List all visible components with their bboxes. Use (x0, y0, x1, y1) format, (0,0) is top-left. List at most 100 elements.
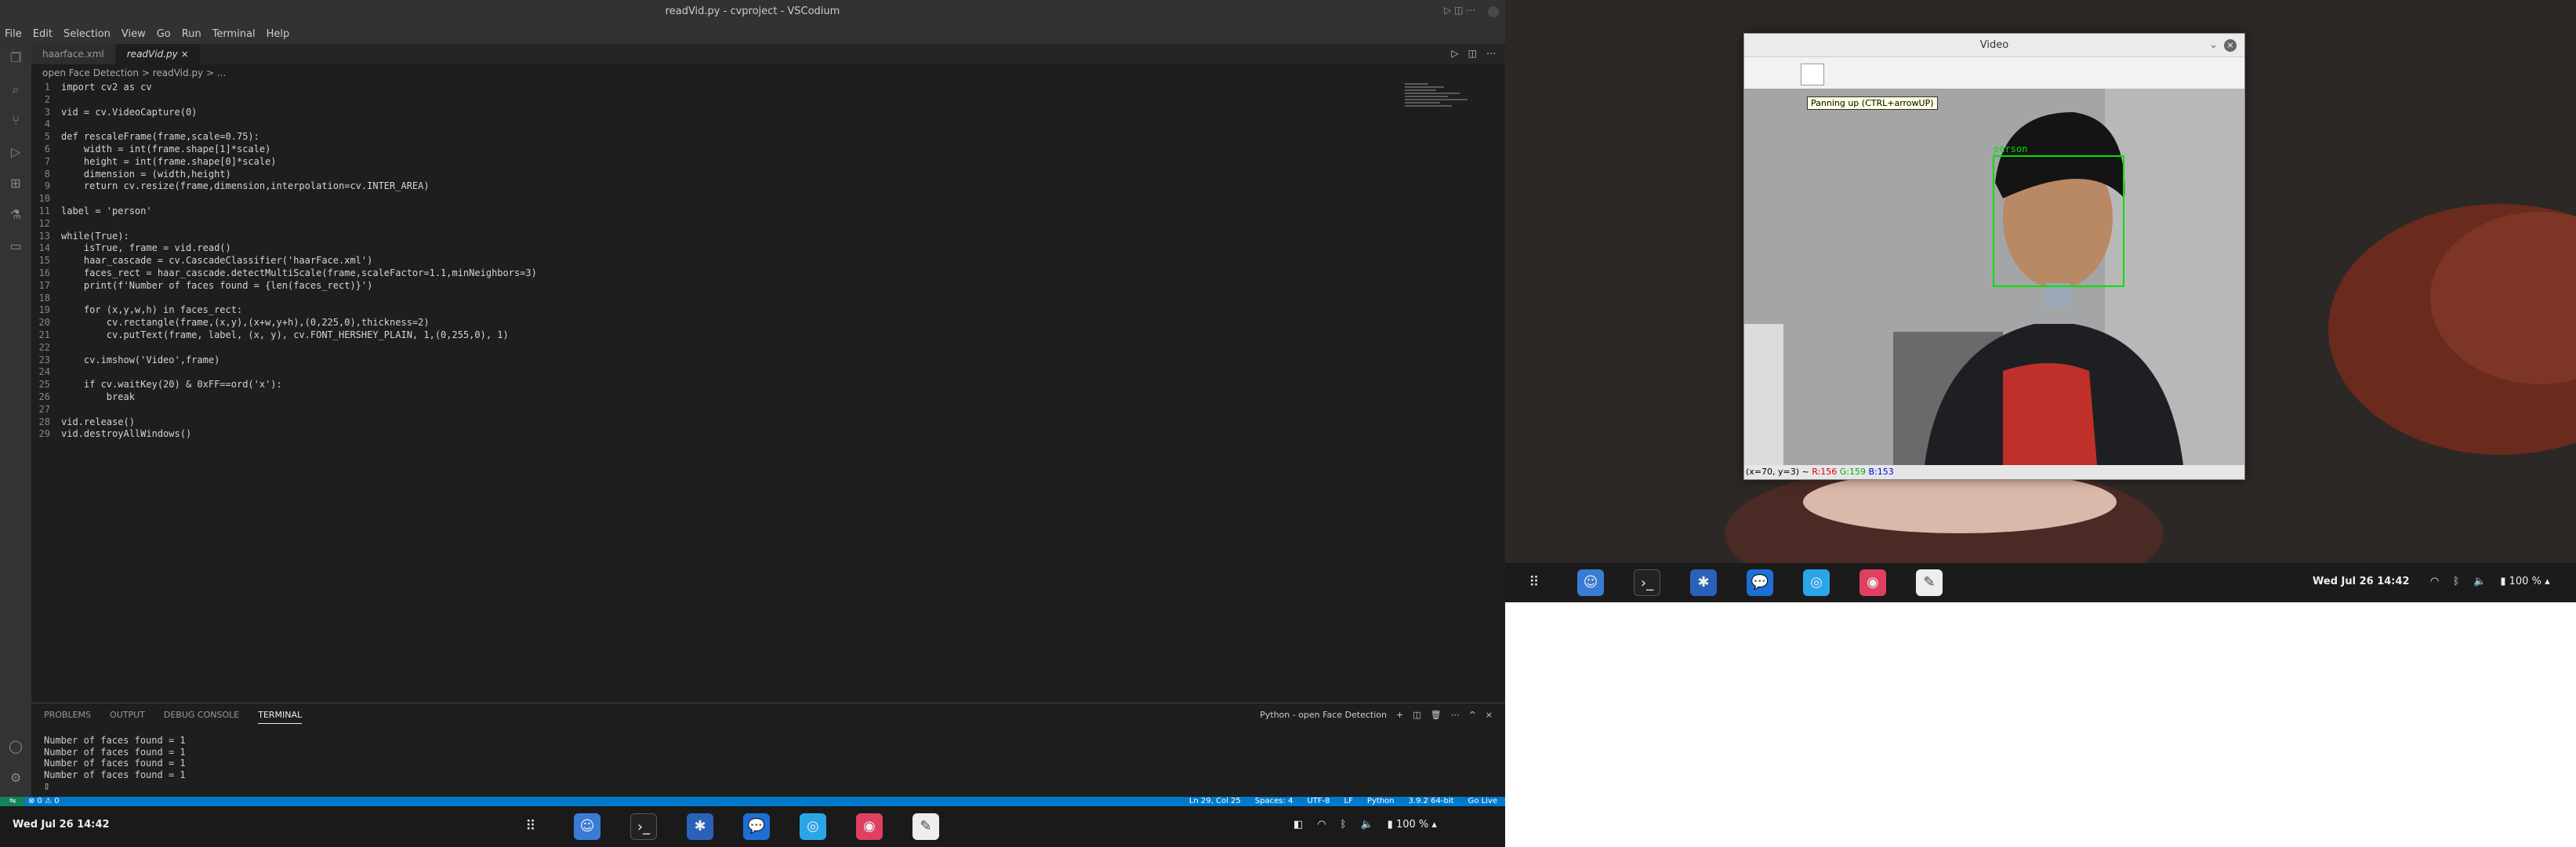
code-line[interactable]: 28 vid.release() (31, 416, 1395, 429)
code-line[interactable]: 8 dimension = (width,height) (31, 169, 1395, 181)
code-line[interactable]: 2 (31, 94, 1395, 107)
app-grid-icon[interactable]: ⠿ (1521, 569, 1547, 596)
code-line[interactable]: 26 break (31, 391, 1395, 404)
wifi-icon[interactable]: ◠ (2430, 576, 2439, 587)
menu-file[interactable]: File (5, 28, 22, 40)
code-line[interactable]: 19 for (x,y,w,h) in faces_rect: (31, 304, 1395, 317)
code-line[interactable]: 12 (31, 218, 1395, 231)
terminal-label[interactable]: Python - open Face Detection (1260, 710, 1387, 720)
browser-icon[interactable]: ◎ (1803, 569, 1830, 596)
minimap[interactable] (1405, 82, 1475, 129)
bluetooth-icon[interactable]: ᛒ (2453, 576, 2459, 587)
extensions-icon[interactable]: ⊞ (8, 176, 24, 191)
code-line[interactable]: 7 height = int(frame.shape[0]*scale) (31, 156, 1395, 169)
explorer-icon[interactable]: ❐ (8, 50, 24, 66)
window-controls-icons[interactable]: ▷ ◫ ⋯ (1444, 5, 1475, 16)
go-live[interactable]: Go Live (1468, 797, 1497, 806)
chevron-down-icon[interactable]: ⌄ (2209, 34, 2218, 57)
app-grid-icon[interactable]: ⠿ (517, 813, 544, 840)
trash-icon[interactable]: 🗑 (1431, 710, 1442, 720)
bluetooth-icon[interactable]: ᛒ (1341, 819, 1347, 831)
vscodium-icon[interactable]: ✱ (687, 813, 713, 840)
remote-indicator[interactable]: ⇋ (0, 797, 26, 806)
vscodium-icon[interactable]: ✱ (1690, 569, 1717, 596)
wifi-icon[interactable]: ◠ (1317, 819, 1326, 831)
run-icon[interactable]: ▷ (1451, 48, 1458, 59)
code-line[interactable]: 17 print(f'Number of faces found = {len(… (31, 280, 1395, 293)
more-icon[interactable]: ⋯ (1451, 710, 1460, 720)
code-line[interactable]: 11 label = 'person' (31, 205, 1395, 218)
battery-indicator[interactable]: ▮ 100 % ▴ (2500, 576, 2549, 587)
breadcrumb[interactable]: open Face Detection > readVid.py > ... (31, 67, 226, 82)
remote-explorer-icon[interactable]: ▭ (8, 238, 24, 254)
finder-icon[interactable]: ☺ (1577, 569, 1604, 596)
firefox-icon[interactable]: ◉ (1859, 569, 1886, 596)
text-editor-icon[interactable]: ✎ (912, 813, 939, 840)
code-line[interactable]: 25 if cv.waitKey(20) & 0xFF==ord('x'): (31, 379, 1395, 391)
tab-output[interactable]: OUTPUT (110, 710, 145, 724)
code-line[interactable]: 4 (31, 118, 1395, 131)
menu-selection[interactable]: Selection (63, 28, 111, 40)
code-line[interactable]: 24 (31, 366, 1395, 379)
finder-icon[interactable]: ☺ (574, 813, 600, 840)
code-line[interactable]: 13 while(True): (31, 231, 1395, 243)
close-icon[interactable]: × (181, 49, 189, 60)
run-debug-icon[interactable]: ▷ (8, 144, 24, 160)
menu-view[interactable]: View (122, 28, 146, 40)
close-panel-icon[interactable]: × (1486, 710, 1493, 720)
close-icon[interactable]: × (2224, 39, 2237, 52)
tab-debug-console[interactable]: DEBUG CONSOLE (164, 710, 239, 724)
close-window-button[interactable] (1488, 6, 1499, 17)
terminal-icon[interactable]: ›_ (630, 813, 657, 840)
clock[interactable]: Wed Jul 26 14:42 (2313, 576, 2410, 587)
split-terminal-icon[interactable]: ◫ (1413, 710, 1420, 720)
language-mode[interactable]: Python (1367, 797, 1395, 806)
messaging-icon[interactable]: 💬 (1747, 569, 1773, 596)
messaging-icon[interactable]: 💬 (743, 813, 770, 840)
video-window-title[interactable]: Video ⌄ × (1744, 34, 2244, 57)
menu-help[interactable]: Help (267, 28, 290, 40)
menu-edit[interactable]: Edit (33, 28, 53, 40)
clock[interactable]: Wed Jul 26 14:42 (13, 819, 110, 831)
code-line[interactable]: 5 def rescaleFrame(frame,scale=0.75): (31, 131, 1395, 144)
code-line[interactable]: 10 (31, 193, 1395, 205)
code-line[interactable]: 27 (31, 404, 1395, 416)
code-line[interactable]: 3 vid = cv.VideoCapture(0) (31, 107, 1395, 119)
cursor-position[interactable]: Ln 29, Col 25 (1189, 797, 1241, 806)
text-editor-icon[interactable]: ✎ (1916, 569, 1943, 596)
browser-icon[interactable]: ◎ (800, 813, 826, 840)
window-titlebar[interactable]: readVid.py - cvproject - VSCodium ▷ ◫ ⋯ (0, 0, 1505, 24)
account-icon[interactable]: ◯ (8, 739, 24, 754)
volume-icon[interactable]: 🔈 (2473, 576, 2486, 587)
split-editor-icon[interactable]: ◫ (1468, 48, 1477, 59)
code-line[interactable]: 21 cv.putText(frame, label, (x, y), cv.F… (31, 329, 1395, 342)
encoding[interactable]: UTF-8 (1307, 797, 1330, 806)
code-line[interactable]: 23 cv.imshow('Video',frame) (31, 354, 1395, 367)
menu-run[interactable]: Run (182, 28, 201, 40)
tab-problems[interactable]: PROBLEMS (44, 710, 91, 724)
menu-go[interactable]: Go (157, 28, 171, 40)
code-editor[interactable]: 1 import cv2 as cv 2 3 vid = cv.VideoCapture… (31, 82, 1395, 701)
new-terminal-icon[interactable]: + (1396, 710, 1403, 720)
battery-indicator[interactable]: ▮ 100 % ▴ (1388, 819, 1437, 831)
terminal-output[interactable]: Number of faces found = 1 Number of face… (44, 735, 186, 792)
code-line[interactable]: 1 import cv2 as cv (31, 82, 1395, 94)
menu-terminal[interactable]: Terminal (212, 28, 256, 40)
volume-icon[interactable]: 🔈 (1360, 819, 1373, 831)
problems-count[interactable]: ⊗ 0 ⚠ 0 (28, 797, 60, 806)
code-line[interactable]: 20 cv.rectangle(frame,(x,y),(x+w,y+h),(0… (31, 317, 1395, 329)
video-frame[interactable]: person (1744, 89, 2244, 465)
source-control-icon[interactable]: ⑂ (8, 113, 24, 129)
camera-icon[interactable]: ◧ (1293, 819, 1303, 831)
code-line[interactable]: 6 width = int(frame.shape[1]*scale) (31, 144, 1395, 156)
code-line[interactable]: 15 haar_cascade = cv.CascadeClassifier('… (31, 255, 1395, 267)
line-ending[interactable]: LF (1344, 797, 1353, 806)
tab-readvid[interactable]: readVid.py × (115, 44, 201, 64)
indentation[interactable]: Spaces: 4 (1255, 797, 1293, 806)
interpreter[interactable]: 3.9.2 64-bit (1409, 797, 1454, 806)
tab-haarface[interactable]: haarface.xml (31, 44, 116, 64)
terminal-icon[interactable]: ›_ (1634, 569, 1660, 596)
tab-terminal[interactable]: TERMINAL (258, 710, 303, 724)
code-line[interactable]: 9 return cv.resize(frame,dimension,inter… (31, 180, 1395, 193)
firefox-icon[interactable]: ◉ (856, 813, 883, 840)
